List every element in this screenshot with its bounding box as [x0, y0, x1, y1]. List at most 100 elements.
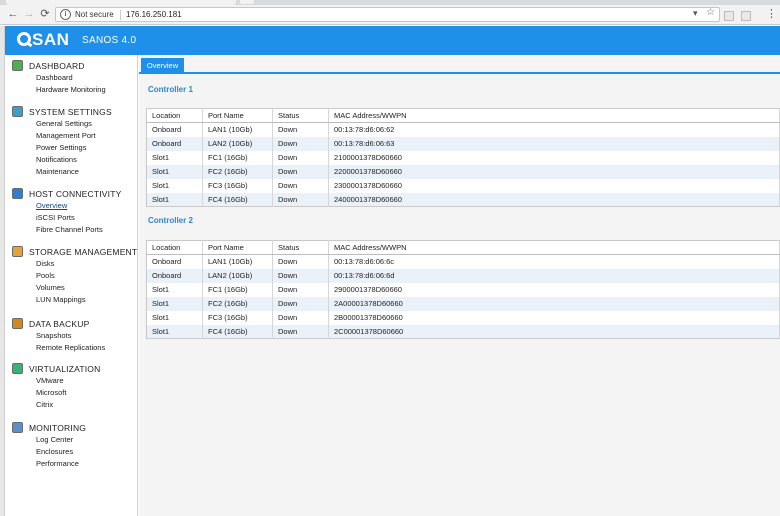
table-row[interactable]: Onboard LAN1 (10Gb) Down 00:13:78:d6:06:62	[146, 122, 780, 137]
os-version: SANOS 4.0	[82, 35, 137, 46]
sidebar-section: STORAGE MANAGEMENT Disks Pools Volumes LUN M…	[6, 245, 138, 306]
security-label[interactable]: Not secure	[75, 10, 114, 19]
sidebar-item-power-settings[interactable]: Power Settings	[6, 142, 138, 154]
bookmark-star-icon[interactable]: ☆	[706, 7, 715, 18]
extension-icon[interactable]	[741, 11, 751, 21]
table-cell: Slot1	[146, 192, 203, 207]
system-settings-icon	[12, 106, 23, 117]
column-header[interactable]: MAC Address/WWPN	[328, 240, 780, 255]
sidebar-item-maintenance[interactable]: Maintenance	[6, 166, 138, 178]
sidebar-item-enclosures[interactable]: Enclosures	[6, 446, 138, 458]
sidebar-item-microsoft[interactable]: Microsoft	[6, 387, 138, 399]
table-cell: FC2 (16Gb)	[202, 296, 273, 311]
filter-icon[interactable]: ▾	[693, 8, 698, 19]
info-icon[interactable]: i	[60, 9, 71, 20]
sidebar-item-lun-mappings[interactable]: LUN Mappings	[6, 294, 138, 306]
sidebar-section-title: VIRTUALIZATION	[29, 364, 101, 374]
table-cell: LAN2 (10Gb)	[202, 136, 273, 151]
sidebar-item-volumes[interactable]: Volumes	[6, 282, 138, 294]
address-separator	[120, 10, 121, 20]
column-header[interactable]: Status	[272, 108, 329, 123]
sidebar-item-fibre-channel-ports[interactable]: Fibre Channel Ports	[6, 224, 138, 236]
table-row[interactable]: Slot1 FC3 (16Gb) Down 2B00001378D60660	[146, 310, 780, 325]
browser-menu-icon[interactable]: ⋮	[766, 8, 777, 20]
column-header[interactable]: Location	[146, 240, 203, 255]
controller-title: Controller 1	[148, 85, 193, 94]
sidebar-item-vmware[interactable]: VMware	[6, 375, 138, 387]
address-bar[interactable]: i Not secure 176.16.250.181 ▾ ☆	[55, 7, 720, 22]
sidebar-section: VIRTUALIZATION VMware Microsoft Citrix	[6, 362, 138, 411]
table-cell: LAN1 (10Gb)	[202, 122, 273, 137]
browser-toolbar: ← → ⟳ i Not secure 176.16.250.181 ▾ ☆ ⋮	[0, 5, 780, 25]
sidebar-item-notifications[interactable]: Notifications	[6, 154, 138, 166]
table-cell: FC3 (16Gb)	[202, 178, 273, 193]
qsan-logo: SAN	[17, 31, 69, 49]
sidebar-item-log-center[interactable]: Log Center	[6, 434, 138, 446]
q-logo-icon	[17, 32, 31, 46]
monitoring-icon	[12, 422, 23, 433]
table-row[interactable]: Onboard LAN2 (10Gb) Down 00:13:78:d6:06:63	[146, 136, 780, 151]
table-cell: 2C00001378D60660	[328, 324, 780, 339]
sidebar-item-disks[interactable]: Disks	[6, 258, 138, 270]
sidebar-section-header[interactable]: VIRTUALIZATION	[6, 362, 138, 375]
column-header[interactable]: Status	[272, 240, 329, 255]
sidebar-item-iscsi-ports[interactable]: iSCSI Ports	[6, 212, 138, 224]
column-header[interactable]: Location	[146, 108, 203, 123]
table-row[interactable]: Slot1 FC1 (16Gb) Down 2900001378D60660	[146, 282, 780, 297]
table-row[interactable]: Onboard LAN1 (10Gb) Down 00:13:78:d6:06:6c	[146, 254, 780, 269]
data-backup-icon	[12, 318, 23, 329]
table-cell: 2900001378D60660	[328, 282, 780, 297]
table-row[interactable]: Slot1 FC2 (16Gb) Down 2200001378D60660	[146, 164, 780, 179]
column-header[interactable]: Port Name	[202, 240, 273, 255]
sidebar-item-remote-replications[interactable]: Remote Replications	[6, 342, 138, 354]
table-cell: Down	[272, 254, 329, 269]
table-header-row: Location Port Name Status MAC Address/WWPN	[146, 240, 780, 255]
tab-overview[interactable]: Overview	[141, 58, 184, 74]
table-row[interactable]: Slot1 FC2 (16Gb) Down 2A00001378D60660	[146, 296, 780, 311]
new-tab-button[interactable]	[240, 0, 254, 4]
sidebar-section-header[interactable]: HOST CONNECTIVITY	[6, 187, 138, 200]
brand-text: SAN	[32, 30, 70, 49]
forward-arrow-icon[interactable]: →	[22, 7, 36, 22]
table-cell: Slot1	[146, 296, 203, 311]
table-cell: Onboard	[146, 122, 203, 137]
sidebar-section: HOST CONNECTIVITY Overview iSCSI Ports Fibr…	[6, 187, 138, 236]
sidebar-item-pools[interactable]: Pools	[6, 270, 138, 282]
table-row[interactable]: Slot1 FC3 (16Gb) Down 2300001378D60660	[146, 178, 780, 193]
tab-bar: Overview	[139, 57, 780, 74]
sidebar-section-header[interactable]: DASHBOARD	[6, 59, 138, 72]
table-cell: Down	[272, 282, 329, 297]
table-cell: 00:13:78:d6:06:62	[328, 122, 780, 137]
table-row[interactable]: Slot1 FC4 (16Gb) Down 2400001378D60660	[146, 192, 780, 207]
sidebar-item-hardware-monitoring[interactable]: Hardware Monitoring	[6, 84, 138, 96]
table-cell: Slot1	[146, 164, 203, 179]
sidebar-item-snapshots[interactable]: Snapshots	[6, 330, 138, 342]
sidebar-item-overview[interactable]: Overview	[6, 200, 138, 212]
sidebar-item-performance[interactable]: Performance	[6, 458, 138, 470]
ports-table: Location Port Name Status MAC Address/WWPN O…	[146, 108, 780, 207]
table-cell: Slot1	[146, 178, 203, 193]
sidebar-section-header[interactable]: MONITORING	[6, 421, 138, 434]
sidebar-item-dashboard[interactable]: Dashboard	[6, 72, 138, 84]
column-header[interactable]: Port Name	[202, 108, 273, 123]
sidebar-item-citrix[interactable]: Citrix	[6, 399, 138, 411]
table-row[interactable]: Slot1 FC1 (16Gb) Down 2100001378D60660	[146, 150, 780, 165]
sidebar-section-header[interactable]: DATA BACKUP	[6, 317, 138, 330]
url-text[interactable]: 176.16.250.181	[126, 10, 182, 19]
extension-icon[interactable]	[724, 11, 734, 21]
sidebar: DASHBOARD Dashboard Hardware Monitoring SYS…	[6, 55, 138, 516]
back-arrow-icon[interactable]: ←	[6, 7, 20, 22]
sidebar-item-management-port[interactable]: Management Port	[6, 130, 138, 142]
table-cell: Onboard	[146, 254, 203, 269]
app-header: SAN SANOS 4.0	[5, 26, 780, 55]
sidebar-section-header[interactable]: STORAGE MANAGEMENT	[6, 245, 138, 258]
table-cell: Down	[272, 310, 329, 325]
sidebar-section-header[interactable]: SYSTEM SETTINGS	[6, 105, 138, 118]
table-row[interactable]: Slot1 FC4 (16Gb) Down 2C00001378D60660	[146, 324, 780, 339]
table-cell: FC1 (16Gb)	[202, 282, 273, 297]
sidebar-item-general-settings[interactable]: General Settings	[6, 118, 138, 130]
column-header[interactable]: MAC Address/WWPN	[328, 108, 780, 123]
table-row[interactable]: Onboard LAN2 (10Gb) Down 00:13:78:d6:06:6d	[146, 268, 780, 283]
sidebar-section-title: DASHBOARD	[29, 61, 85, 71]
reload-icon[interactable]: ⟳	[38, 7, 52, 22]
